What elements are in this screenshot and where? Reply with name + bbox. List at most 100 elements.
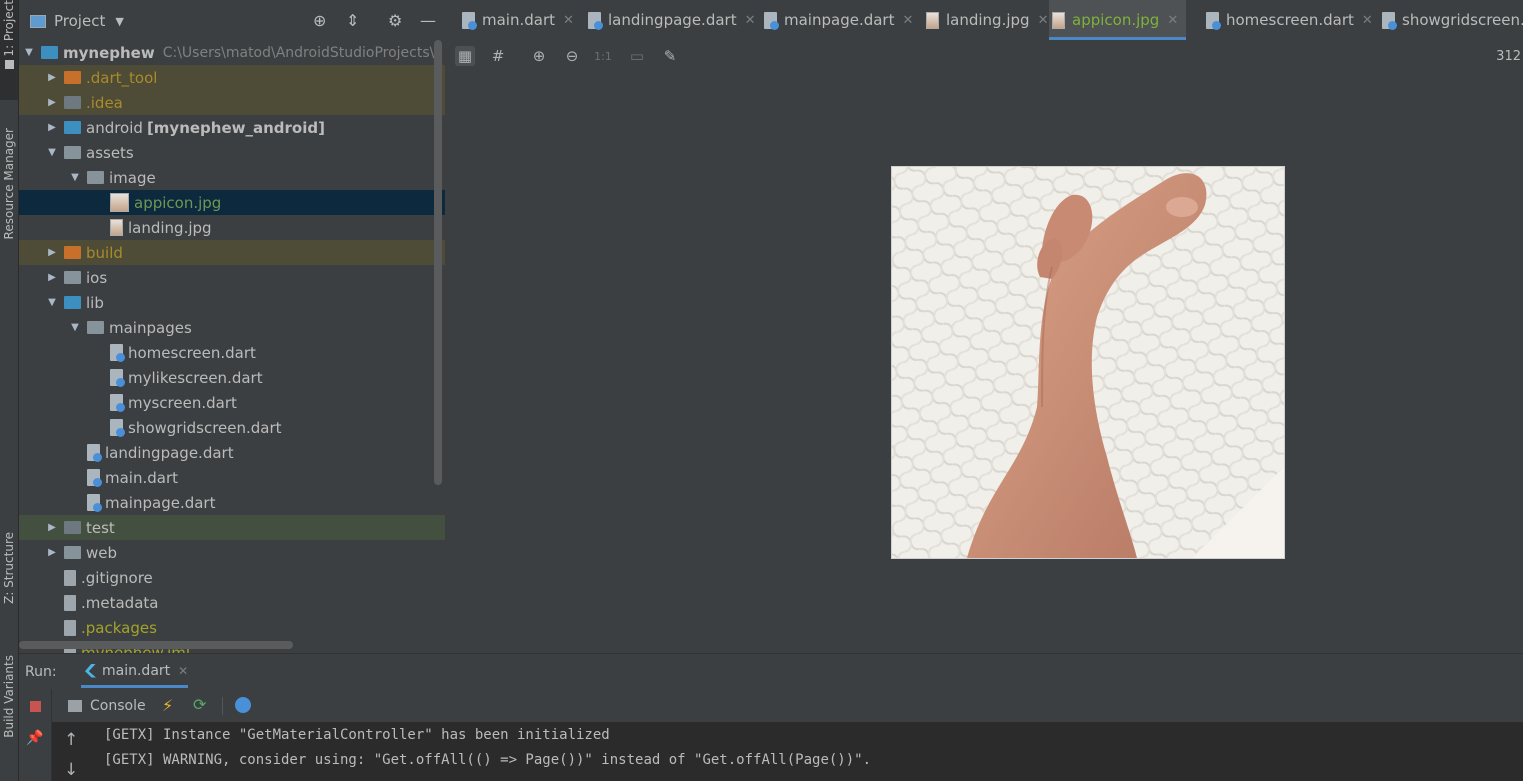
close-icon[interactable]: ✕ xyxy=(563,13,574,28)
chevron-right-icon[interactable]: ▶ xyxy=(46,522,58,533)
tool-tab-resource-manager[interactable]: Resource Manager xyxy=(0,128,18,268)
tree-item-homescreen-dart[interactable]: homescreen.dart xyxy=(19,340,445,365)
tree-item-packages[interactable]: .packages xyxy=(19,615,445,640)
chessboard-icon[interactable]: ▦ xyxy=(455,46,475,66)
chevron-right-icon[interactable]: ▶ xyxy=(46,272,58,283)
editor-tab-label: appicon.jpg xyxy=(1072,11,1160,29)
chevron-right-icon[interactable]: ▶ xyxy=(46,247,58,258)
chevron-right-icon[interactable]: ▶ xyxy=(46,72,58,83)
tree-item-path: C:\Users\matod\AndroidStudioProjects\ xyxy=(162,44,435,61)
tree-item-mainpage-dart[interactable]: mainpage.dart xyxy=(19,490,445,515)
tree-item-landingpage-dart[interactable]: landingpage.dart xyxy=(19,440,445,465)
folder-test-icon xyxy=(64,521,81,534)
tree-item-mainpages[interactable]: ▼ mainpages xyxy=(19,315,445,340)
chevron-right-icon[interactable]: ▶ xyxy=(46,547,58,558)
close-icon[interactable]: ✕ xyxy=(902,13,913,28)
tree-item-mynephew[interactable]: ▼ mynephew C:\Users\matod\AndroidStudioPro… xyxy=(19,40,445,65)
gear-icon[interactable]: ⚙ xyxy=(388,11,402,30)
fit-zoom-icon[interactable]: ▭ xyxy=(627,46,647,66)
ignore-file-icon xyxy=(64,569,76,586)
chevron-right-icon[interactable]: ▶ xyxy=(46,97,58,108)
tool-tab-build-variants-label: Build Variants xyxy=(2,655,16,738)
editor-tab-label: main.dart xyxy=(482,11,556,29)
close-icon[interactable]: ✕ xyxy=(1167,13,1178,28)
tree-item-dart-tool[interactable]: ▶ .dart_tool xyxy=(19,65,445,90)
hot-reload-icon[interactable]: ⚡ xyxy=(162,696,173,715)
run-config-tab[interactable]: main.dart ✕ xyxy=(81,654,189,688)
chevron-down-icon[interactable]: ▼ xyxy=(115,15,123,28)
zoom-out-icon[interactable]: ⊖ xyxy=(562,46,582,66)
zoom-in-icon[interactable]: ⊕ xyxy=(529,46,549,66)
actual-size-icon[interactable]: 1:1 xyxy=(593,46,613,66)
editor-tab-label: mainpage.dart xyxy=(784,11,895,29)
tree-item-showgridscreen-dart[interactable]: showgridscreen.dart xyxy=(19,415,445,440)
tree-item-web[interactable]: ▶ web xyxy=(19,540,445,565)
color-picker-icon[interactable]: ✎ xyxy=(660,46,680,66)
tree-item-image[interactable]: ▼ image xyxy=(19,165,445,190)
tool-tab-structure-label: Z: Structure xyxy=(2,532,16,604)
hide-icon[interactable]: — xyxy=(420,11,436,30)
folder-icon xyxy=(87,171,104,184)
tree-item-label: android xyxy=(86,118,143,137)
tool-tab-project[interactable]: 1: Project xyxy=(0,0,18,100)
tree-item-label: myscreen.dart xyxy=(128,393,237,412)
tree-item-main-dart[interactable]: main.dart xyxy=(19,465,445,490)
stop-button[interactable] xyxy=(26,697,44,715)
dart-file-icon xyxy=(1206,11,1221,30)
dart-file-icon xyxy=(110,344,125,362)
close-icon[interactable]: ✕ xyxy=(1038,13,1049,28)
editor-tab-showgridscreen-da[interactable]: showgridscreen.da xyxy=(1379,0,1523,40)
tool-tab-structure[interactable]: Z: Structure xyxy=(0,532,18,628)
locate-file-icon[interactable]: ⊕ xyxy=(313,11,326,30)
tree-item-appicon-jpg[interactable]: appicon.jpg xyxy=(19,190,445,215)
tree-item-myscreen-dart[interactable]: myscreen.dart xyxy=(19,390,445,415)
folder-icon xyxy=(4,59,14,69)
chevron-down-icon[interactable]: ▼ xyxy=(46,147,58,158)
console-side-toolbar: ↑ ↓ xyxy=(52,722,90,781)
tree-item-test[interactable]: ▶ test xyxy=(19,515,445,540)
tree-item-landing-jpg[interactable]: landing.jpg xyxy=(19,215,445,240)
tree-item-ios[interactable]: ▶ ios xyxy=(19,265,445,290)
folder-excluded-icon xyxy=(64,246,81,259)
console-tab[interactable]: Console xyxy=(68,698,146,714)
chevron-down-icon[interactable]: ▼ xyxy=(69,172,81,183)
editor-tab-homescreen-dart[interactable]: homescreen.dart ✕ xyxy=(1203,0,1381,40)
editor-tab-appicon-jpg[interactable]: appicon.jpg ✕ xyxy=(1049,0,1187,40)
tree-item-label: landingpage.dart xyxy=(105,443,234,462)
dart-devtools-icon[interactable] xyxy=(235,697,251,713)
close-icon[interactable]: ✕ xyxy=(1362,13,1373,28)
editor-tab-mainpage-dart[interactable]: mainpage.dart ✕ xyxy=(761,0,921,40)
arrow-up-icon[interactable]: ↑ xyxy=(64,730,78,750)
tree-item-lib[interactable]: ▼ lib xyxy=(19,290,445,315)
arrow-down-icon[interactable]: ↓ xyxy=(64,760,78,780)
editor-tab-landing-jpg[interactable]: landing.jpg ✕ xyxy=(923,0,1056,40)
close-icon[interactable]: ✕ xyxy=(745,13,756,28)
editor-tab-main-dart[interactable]: main.dart ✕ xyxy=(459,0,582,40)
tree-item-build[interactable]: ▶ build xyxy=(19,240,445,265)
tree-item-mylikescreen-dart[interactable]: mylikescreen.dart xyxy=(19,365,445,390)
chevron-down-icon[interactable]: ▼ xyxy=(46,297,58,308)
chevron-down-icon[interactable]: ▼ xyxy=(23,47,35,58)
tree-item-gitignore[interactable]: .gitignore xyxy=(19,565,445,590)
horizontal-scrollbar[interactable] xyxy=(19,641,293,649)
folder-settings-icon xyxy=(64,96,81,109)
tree-item-assets[interactable]: ▼ assets xyxy=(19,140,445,165)
project-view-icon xyxy=(30,14,46,28)
project-view-selector[interactable]: Project xyxy=(54,12,105,30)
close-icon[interactable]: ✕ xyxy=(178,664,188,678)
editor-tab-landingpage-dart[interactable]: landingpage.dart ✕ xyxy=(585,0,763,40)
collapse-all-icon[interactable]: ⇕ xyxy=(346,11,359,30)
tool-tab-build-variants[interactable]: Build Variants xyxy=(0,655,18,760)
tree-item-metadata[interactable]: .metadata xyxy=(19,590,445,615)
chevron-right-icon[interactable]: ▶ xyxy=(46,122,58,133)
tree-item-android[interactable]: ▶ android [mynephew_android] xyxy=(19,115,445,140)
tree-item-idea[interactable]: ▶ .idea xyxy=(19,90,445,115)
grid-icon[interactable]: # xyxy=(488,46,508,66)
pin-icon[interactable]: 📌 xyxy=(26,729,44,747)
chevron-down-icon[interactable]: ▼ xyxy=(69,322,81,333)
vertical-scrollbar[interactable] xyxy=(434,40,442,485)
image-file-icon xyxy=(110,219,123,236)
editor-tab-bar: main.dart ✕ landingpage.dart ✕ mainpage.dart… xyxy=(445,0,1523,40)
hot-restart-icon[interactable]: ⟳ xyxy=(193,695,206,714)
run-config-tab-label: main.dart xyxy=(102,662,171,679)
